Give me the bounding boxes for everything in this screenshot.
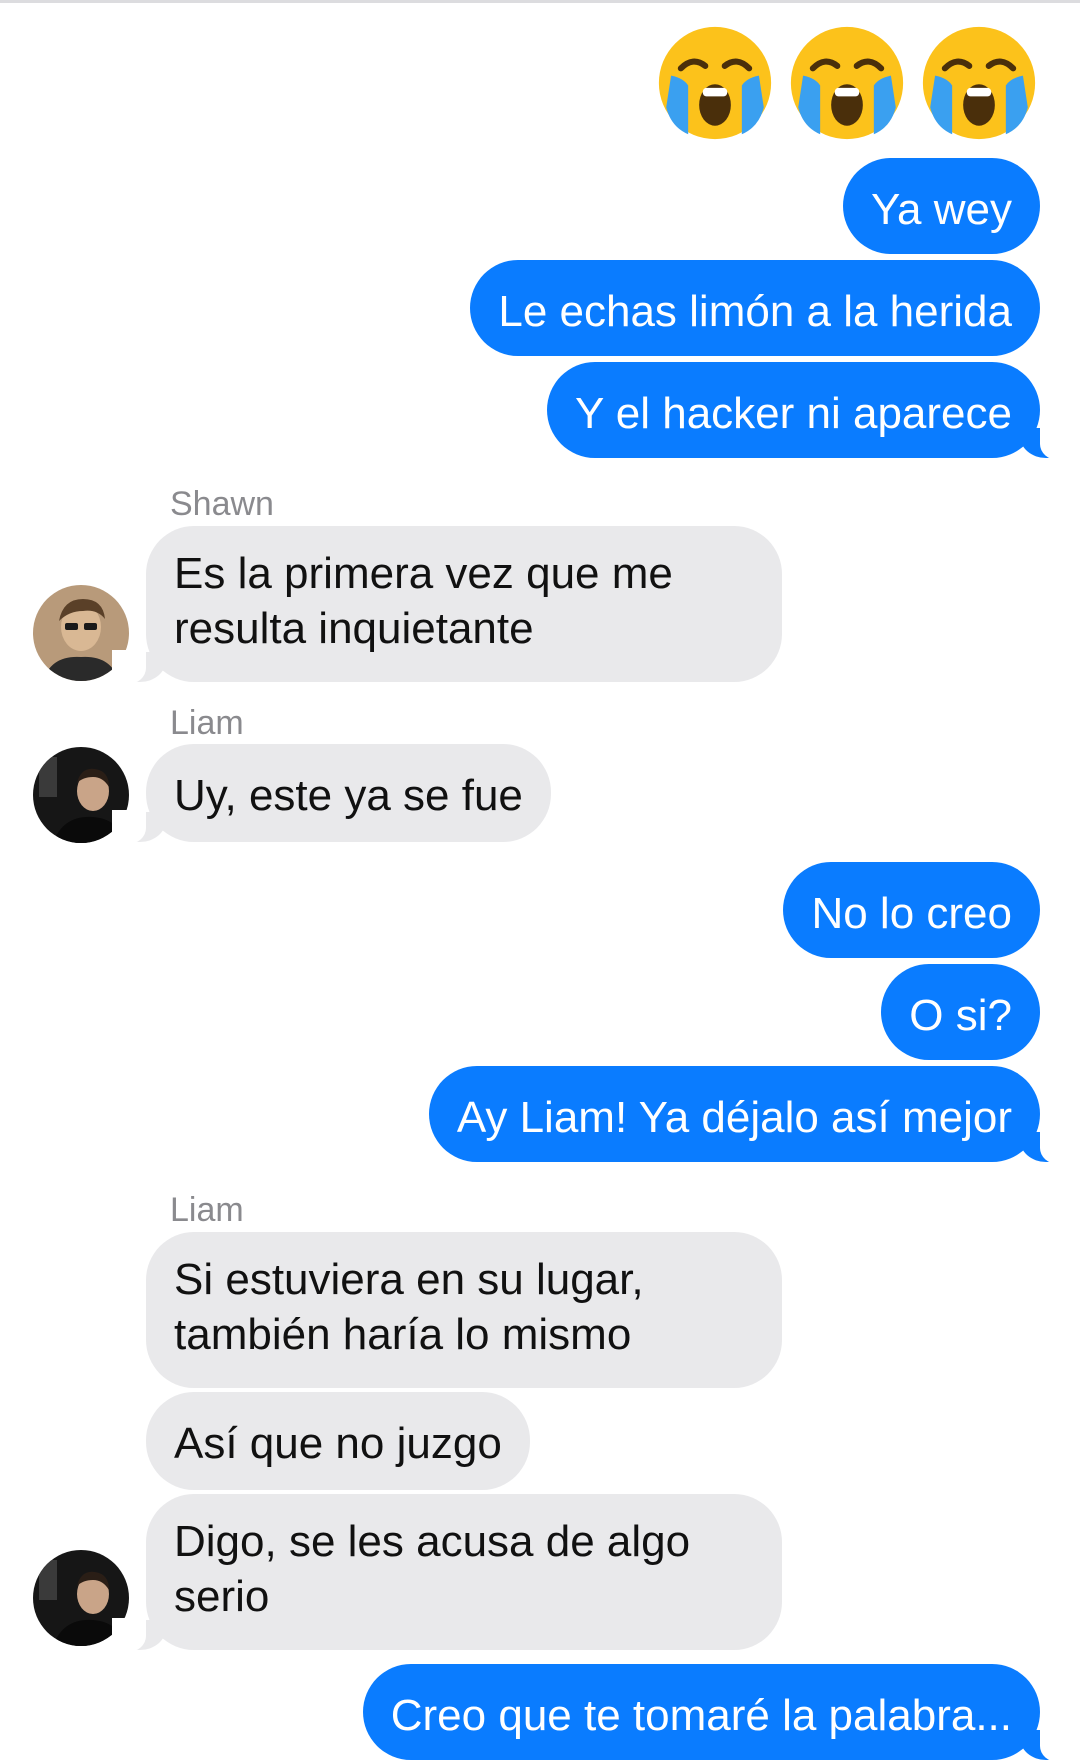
outgoing-message-bubble[interactable]: O si? <box>881 964 1040 1060</box>
message-text: Ya wey <box>870 185 1012 234</box>
message-text: Es la primera vez que me resulta inquiet… <box>174 549 673 653</box>
outgoing-message-bubble[interactable]: No lo creo <box>783 862 1040 958</box>
outgoing-message-bubble[interactable]: Creo que te tomaré la palabra... <box>362 1664 1075 1762</box>
incoming-message-bubble[interactable]: Uy, este ya se fue <box>112 744 551 844</box>
outgoing-message-bubble[interactable]: Ay Liam! Ya déjalo así mejor <box>428 1066 1075 1164</box>
loudly-crying-face-icon <box>918 22 1040 144</box>
message-text: Así que no juzgo <box>174 1419 502 1468</box>
incoming-message-bubble[interactable]: Si estuviera en su lugar, también haría … <box>146 1232 782 1388</box>
message-text: Le echas limón a la herida <box>498 287 1012 336</box>
message-text: Si estuviera en su lugar, también haría … <box>174 1255 644 1359</box>
incoming-message-bubble[interactable]: Así que no juzgo <box>146 1392 530 1490</box>
loudly-crying-face-icon <box>786 22 908 144</box>
outgoing-message-bubble[interactable]: Y el hacker ni aparece <box>546 362 1075 460</box>
message-text: Y el hacker ni aparece <box>574 389 1012 438</box>
sender-name: Shawn <box>170 485 274 523</box>
message-text: O si? <box>909 991 1012 1040</box>
incoming-message-bubble[interactable]: Es la primera vez que me resulta inquiet… <box>112 526 782 684</box>
sender-name: Liam <box>170 704 244 742</box>
sender-name: Liam <box>170 1191 244 1229</box>
incoming-message-bubble[interactable]: Digo, se les acusa de algo serio <box>112 1494 782 1652</box>
message-text: Creo que te tomaré la palabra... <box>390 1691 1012 1740</box>
message-text: Uy, este ya se fue <box>174 771 523 820</box>
emoji-message[interactable] <box>654 22 1040 144</box>
outgoing-message-bubble[interactable]: Le echas limón a la herida <box>470 260 1040 356</box>
message-text: Digo, se les acusa de algo serio <box>174 1517 691 1621</box>
loudly-crying-face-icon <box>654 22 776 144</box>
top-divider <box>0 0 1080 3</box>
outgoing-message-bubble[interactable]: Ya wey <box>842 158 1040 254</box>
message-text: Ay Liam! Ya déjalo así mejor <box>456 1093 1012 1142</box>
message-text: No lo creo <box>811 889 1012 938</box>
